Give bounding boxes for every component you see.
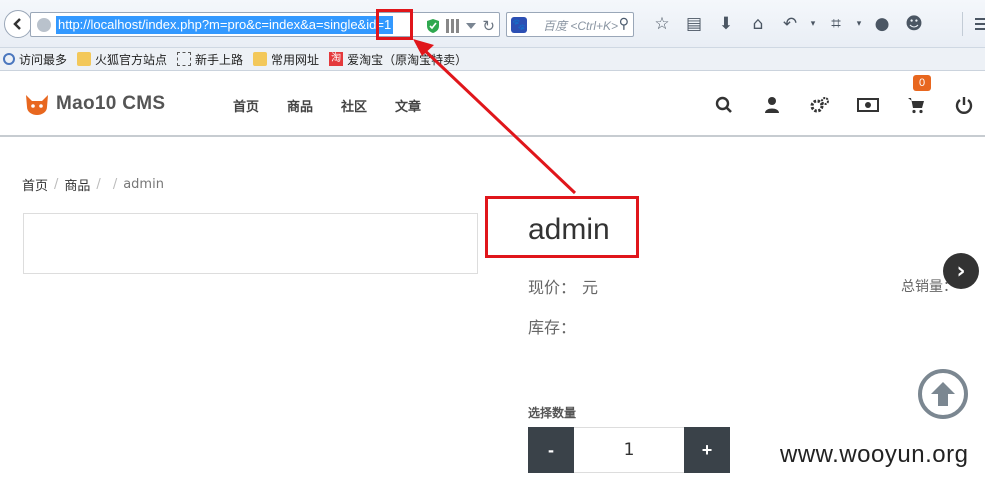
decrease-quantity-button[interactable]: -: [528, 427, 574, 473]
watermark: www.wooyun.org: [780, 441, 969, 468]
price-row: 现价： 元: [528, 274, 598, 298]
folder-icon: [253, 52, 268, 66]
breadcrumb-separator: /: [112, 177, 118, 192]
home-icon[interactable]: ⌂: [742, 12, 774, 36]
dropdown-arrow-icon[interactable]: [466, 23, 477, 29]
quantity-stepper: - +: [528, 427, 730, 473]
breadcrumb-separator: /: [54, 177, 59, 192]
product-image: [23, 213, 478, 274]
reading-list-icon[interactable]: ▤: [678, 12, 710, 36]
search-bar[interactable]: 🐾 百度 <Ctrl+K> ⚲: [506, 12, 634, 37]
search-placeholder: 百度 <Ctrl+K>: [543, 19, 619, 33]
page-icon: [177, 52, 192, 66]
stock-label: 库存：: [528, 318, 577, 337]
undo-dropdown-icon[interactable]: ▾: [806, 12, 820, 36]
user-icon[interactable]: [748, 92, 796, 118]
nav-community[interactable]: 社区: [341, 96, 367, 115]
search-icon[interactable]: [700, 92, 748, 118]
download-icon[interactable]: ⬇: [710, 12, 742, 36]
shield-icon[interactable]: [426, 18, 440, 34]
annotation-title-highlight: [485, 196, 639, 258]
scroll-to-top-button[interactable]: [918, 369, 968, 419]
bookmark-most-visited[interactable]: 访问最多: [3, 51, 67, 68]
star-icon[interactable]: ☆: [646, 12, 678, 36]
quantity-label: 选择数量: [528, 406, 577, 420]
folder-icon: [77, 52, 92, 66]
bookmark-firefox-site[interactable]: 火狐官方站点: [77, 51, 167, 68]
quantity-input[interactable]: [574, 427, 684, 473]
breadcrumb-active: admin: [123, 177, 164, 192]
breadcrumb-separator: /: [96, 177, 101, 192]
site-navbar: Mao10 CMS 首页 商品 社区 文章: [0, 72, 985, 137]
nav-icons: [700, 92, 985, 118]
money-icon[interactable]: [844, 92, 892, 118]
taobao-icon: 淘: [329, 52, 344, 66]
logo-text: Mao10 CMS: [56, 93, 166, 114]
bookmark-label: 常用网址: [271, 52, 320, 67]
screenshot-root: http://localhost/index.php?m=pro&c=index…: [0, 0, 985, 485]
url-text[interactable]: http://localhost/index.php?m=pro&c=index…: [56, 16, 394, 34]
url-bar-icons: ↻: [426, 17, 495, 35]
price-label: 现价：: [528, 278, 577, 297]
increase-quantity-button[interactable]: +: [684, 427, 730, 473]
arrow-up-icon: [931, 382, 955, 406]
cat-logo-icon: [26, 95, 48, 115]
price-unit: 元: [582, 278, 599, 297]
site-logo[interactable]: Mao10 CMS: [24, 91, 165, 117]
bookmark-aitaobao[interactable]: 淘 爱淘宝（原淘宝特卖）: [329, 51, 467, 68]
breadcrumb-products[interactable]: 商品: [64, 175, 90, 194]
chevron-right-icon[interactable]: ›: [943, 253, 979, 289]
bookmarks-bar: 访问最多 火狐官方站点 新手上路 常用网址 淘 爱淘宝（原淘宝特卖）: [0, 48, 985, 71]
toolbar-icons: ☆ ▤ ⬇ ⌂ ↶ ▾ ⌗ ▾ ● ☻: [646, 12, 930, 36]
bookmark-common-sites[interactable]: 常用网址: [253, 51, 319, 68]
undo-icon[interactable]: ↶: [774, 12, 806, 36]
annotation-url-highlight: [376, 9, 413, 40]
power-icon[interactable]: [940, 92, 985, 118]
back-button[interactable]: [4, 10, 32, 38]
crop-dropdown-icon[interactable]: ▾: [852, 12, 866, 36]
nav-articles[interactable]: 文章: [395, 96, 421, 115]
url-bar[interactable]: http://localhost/index.php?m=pro&c=index…: [30, 12, 500, 37]
qr-code-icon[interactable]: [446, 19, 461, 33]
bookmark-getting-started[interactable]: 新手上路: [177, 51, 243, 68]
baidu-paw-icon[interactable]: 🐾: [511, 17, 527, 33]
menu-icon[interactable]: [962, 12, 985, 36]
smiley-icon[interactable]: ☻: [898, 12, 930, 36]
bookmark-label: 新手上路: [195, 52, 244, 67]
crop-icon[interactable]: ⌗: [820, 12, 852, 36]
breadcrumb: 首页 / 商品 / / admin: [22, 175, 164, 194]
settings-icon[interactable]: [796, 92, 844, 118]
cart-count-badge: 0: [913, 75, 931, 91]
arrow-left-icon: [13, 18, 21, 30]
cart-icon[interactable]: [892, 92, 940, 118]
bookmark-label: 火狐官方站点: [95, 52, 168, 67]
globe-icon: [37, 18, 51, 32]
chat-icon[interactable]: ●: [866, 12, 898, 36]
bookmark-label: 访问最多: [19, 52, 68, 67]
breadcrumb-home[interactable]: 首页: [22, 175, 48, 194]
magnify-icon: [3, 53, 15, 65]
search-icon[interactable]: ⚲: [619, 16, 629, 32]
bookmark-label: 爱淘宝（原淘宝特卖）: [347, 52, 468, 67]
browser-toolbar: http://localhost/index.php?m=pro&c=index…: [0, 0, 985, 48]
reload-icon[interactable]: ↻: [482, 17, 495, 35]
main-nav: 首页 商品 社区 文章: [233, 96, 421, 115]
nav-products[interactable]: 商品: [287, 96, 313, 115]
nav-home[interactable]: 首页: [233, 96, 259, 115]
